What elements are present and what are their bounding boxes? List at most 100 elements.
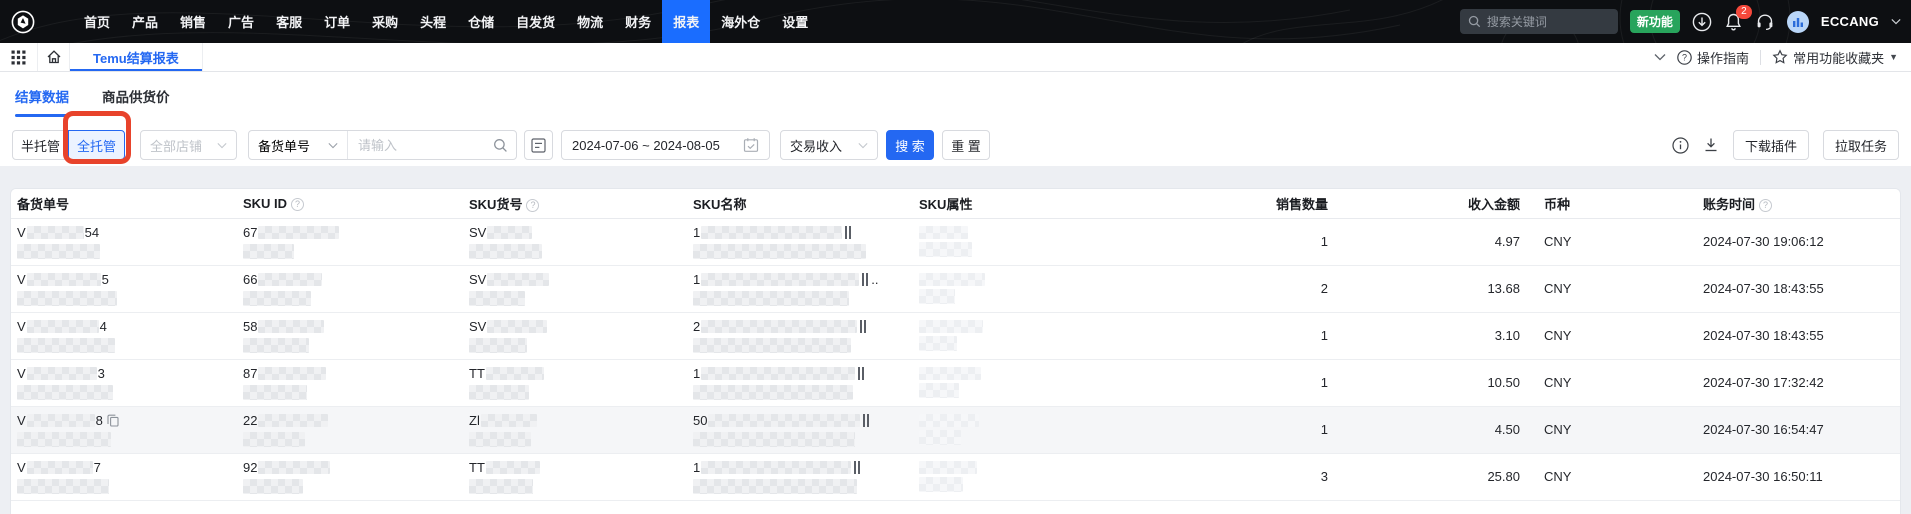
nav-item-报表[interactable]: 报表 bbox=[662, 0, 710, 43]
help-icon[interactable]: ? bbox=[1759, 199, 1772, 212]
column-header: SKU ID? bbox=[237, 189, 463, 218]
info-icon[interactable] bbox=[1672, 137, 1689, 154]
nav-item-广告[interactable]: 广告 bbox=[217, 0, 265, 43]
table-row[interactable]: V5467SV114.97CNY2024-07-30 19:06:12 bbox=[11, 218, 1900, 265]
column-header-label: 销售数量 bbox=[1276, 197, 1328, 212]
cell-account-time: 2024-07-30 17:32:42 bbox=[1697, 359, 1900, 406]
tab-settlement-data[interactable]: 结算数据 bbox=[15, 86, 69, 117]
download-circle-icon[interactable] bbox=[1692, 12, 1712, 32]
nav-item-销售[interactable]: 销售 bbox=[169, 0, 217, 43]
nav-item-设置[interactable]: 设置 bbox=[771, 0, 819, 43]
copy-icon[interactable] bbox=[107, 414, 119, 427]
cell-sku-name: 1 bbox=[687, 453, 913, 500]
guide-label: 操作指南 bbox=[1697, 48, 1749, 67]
nav-item-仓储[interactable]: 仓储 bbox=[457, 0, 505, 43]
table-row[interactable]: V822Zl5014.50CNY2024-07-30 16:54:47 bbox=[11, 406, 1900, 453]
nav-item-海外仓[interactable]: 海外仓 bbox=[710, 0, 771, 43]
sku-code-prefix: TT bbox=[469, 366, 485, 382]
search-button[interactable]: 搜 索 bbox=[886, 130, 934, 160]
nav-item-采购[interactable]: 采购 bbox=[361, 0, 409, 43]
help-icon[interactable]: ? bbox=[526, 199, 539, 212]
tab-product-supply-price[interactable]: 商品供货价 bbox=[102, 86, 170, 117]
tab-temu-settlement-report[interactable]: Temu结算报表 bbox=[69, 43, 203, 71]
redacted-blur bbox=[243, 432, 305, 447]
home-icon[interactable] bbox=[38, 43, 69, 71]
redacted-blur bbox=[258, 367, 326, 380]
income-type-select[interactable]: 交易收入 bbox=[780, 130, 878, 160]
cell-sku-code: Zl bbox=[463, 406, 687, 453]
eccang-logo[interactable] bbox=[11, 10, 35, 34]
redacted-blur bbox=[27, 320, 99, 333]
advanced-filter-icon[interactable] bbox=[524, 130, 553, 160]
sku-name-fragment bbox=[845, 226, 853, 239]
cell-income-amount: 25.80 bbox=[1346, 453, 1538, 500]
nav-item-首页[interactable]: 首页 bbox=[73, 0, 121, 43]
nav-item-物流[interactable]: 物流 bbox=[566, 0, 614, 43]
collapse-chevron-icon[interactable] bbox=[1654, 53, 1666, 61]
sku-code-prefix: SV bbox=[469, 272, 486, 288]
divider bbox=[1760, 50, 1761, 65]
redacted-blur bbox=[693, 338, 851, 353]
po-prefix: V bbox=[17, 272, 26, 288]
calendar-icon bbox=[743, 137, 759, 153]
cell-sku-code: SV bbox=[463, 218, 687, 265]
date-range-picker[interactable]: 2024-07-06 ~ 2024-08-05 bbox=[561, 130, 770, 160]
redacted-blur bbox=[481, 414, 537, 427]
favorites-menu[interactable]: 常用功能收藏夹 ▼ bbox=[1772, 48, 1898, 67]
chevron-down-icon[interactable] bbox=[1891, 18, 1901, 25]
nav-item-客服[interactable]: 客服 bbox=[265, 0, 313, 43]
cell-sales-qty: 1 bbox=[1218, 312, 1346, 359]
table-row[interactable]: V387TT1110.50CNY2024-07-30 17:32:42 bbox=[11, 359, 1900, 406]
nav-item-自发货[interactable]: 自发货 bbox=[505, 0, 566, 43]
user-name[interactable]: ECCANG bbox=[1821, 14, 1879, 29]
help-icon[interactable]: ? bbox=[291, 198, 304, 211]
caret-down-icon: ▼ bbox=[1889, 52, 1898, 62]
download-icon[interactable] bbox=[1703, 137, 1719, 153]
redacted-blur bbox=[258, 461, 330, 474]
star-icon bbox=[1772, 49, 1788, 65]
nav-item-头程[interactable]: 头程 bbox=[409, 0, 457, 43]
headset-icon[interactable] bbox=[1755, 12, 1775, 32]
nav-item-订单[interactable]: 订单 bbox=[313, 0, 361, 43]
redacted-blur bbox=[701, 320, 857, 333]
redacted-blur bbox=[258, 226, 339, 239]
nav-item-产品[interactable]: 产品 bbox=[121, 0, 169, 43]
keyword-input[interactable] bbox=[348, 138, 491, 153]
table-row[interactable]: V566SV1..213.68CNY2024-07-30 18:43:55 bbox=[11, 265, 1900, 312]
redacted-blur bbox=[17, 385, 113, 400]
redacted-blur bbox=[693, 385, 853, 400]
download-plugin-button[interactable]: 下载插件 bbox=[1733, 130, 1809, 160]
redacted-blur bbox=[469, 432, 531, 447]
redacted-blur bbox=[27, 414, 95, 427]
redacted-blur bbox=[17, 338, 115, 353]
po-suffix: 4 bbox=[100, 319, 107, 335]
table-row[interactable]: V792TT1325.80CNY2024-07-30 16:50:11 bbox=[11, 453, 1900, 500]
search-field-select[interactable]: 备货单号 bbox=[249, 131, 348, 159]
avatar[interactable] bbox=[1787, 11, 1809, 33]
guide-link[interactable]: ? 操作指南 bbox=[1677, 48, 1749, 67]
redacted-blur bbox=[17, 479, 109, 494]
column-header-label: SKU ID bbox=[243, 196, 287, 211]
fully-managed-button[interactable]: 全托管 bbox=[68, 130, 125, 160]
cell-currency: CNY bbox=[1538, 218, 1697, 265]
grid-icon[interactable] bbox=[0, 43, 38, 71]
search-icon[interactable] bbox=[491, 138, 516, 153]
shop-select[interactable]: 全部店铺 bbox=[140, 130, 237, 160]
new-feature-badge[interactable]: 新功能 bbox=[1630, 10, 1680, 33]
redacted-blur bbox=[486, 367, 544, 380]
table-row[interactable]: V458SV213.10CNY2024-07-30 18:43:55 bbox=[11, 312, 1900, 359]
column-header-label: SKU名称 bbox=[693, 197, 746, 212]
po-suffix: 54 bbox=[85, 225, 99, 241]
redacted-blur bbox=[919, 226, 968, 239]
cell-account-time: 2024-07-30 19:06:12 bbox=[1697, 218, 1900, 265]
search-input[interactable] bbox=[1487, 15, 1597, 29]
redacted-blur bbox=[919, 273, 985, 286]
half-managed-button[interactable]: 半托管 bbox=[12, 130, 69, 160]
reset-button[interactable]: 重 置 bbox=[942, 130, 990, 160]
bell-icon[interactable]: 2 bbox=[1724, 12, 1743, 32]
cell-income-amount: 13.68 bbox=[1346, 265, 1538, 312]
nav-item-财务[interactable]: 财务 bbox=[614, 0, 662, 43]
pull-task-button[interactable]: 拉取任务 bbox=[1823, 130, 1899, 160]
global-search[interactable] bbox=[1460, 9, 1618, 34]
redacted-blur bbox=[701, 226, 842, 239]
